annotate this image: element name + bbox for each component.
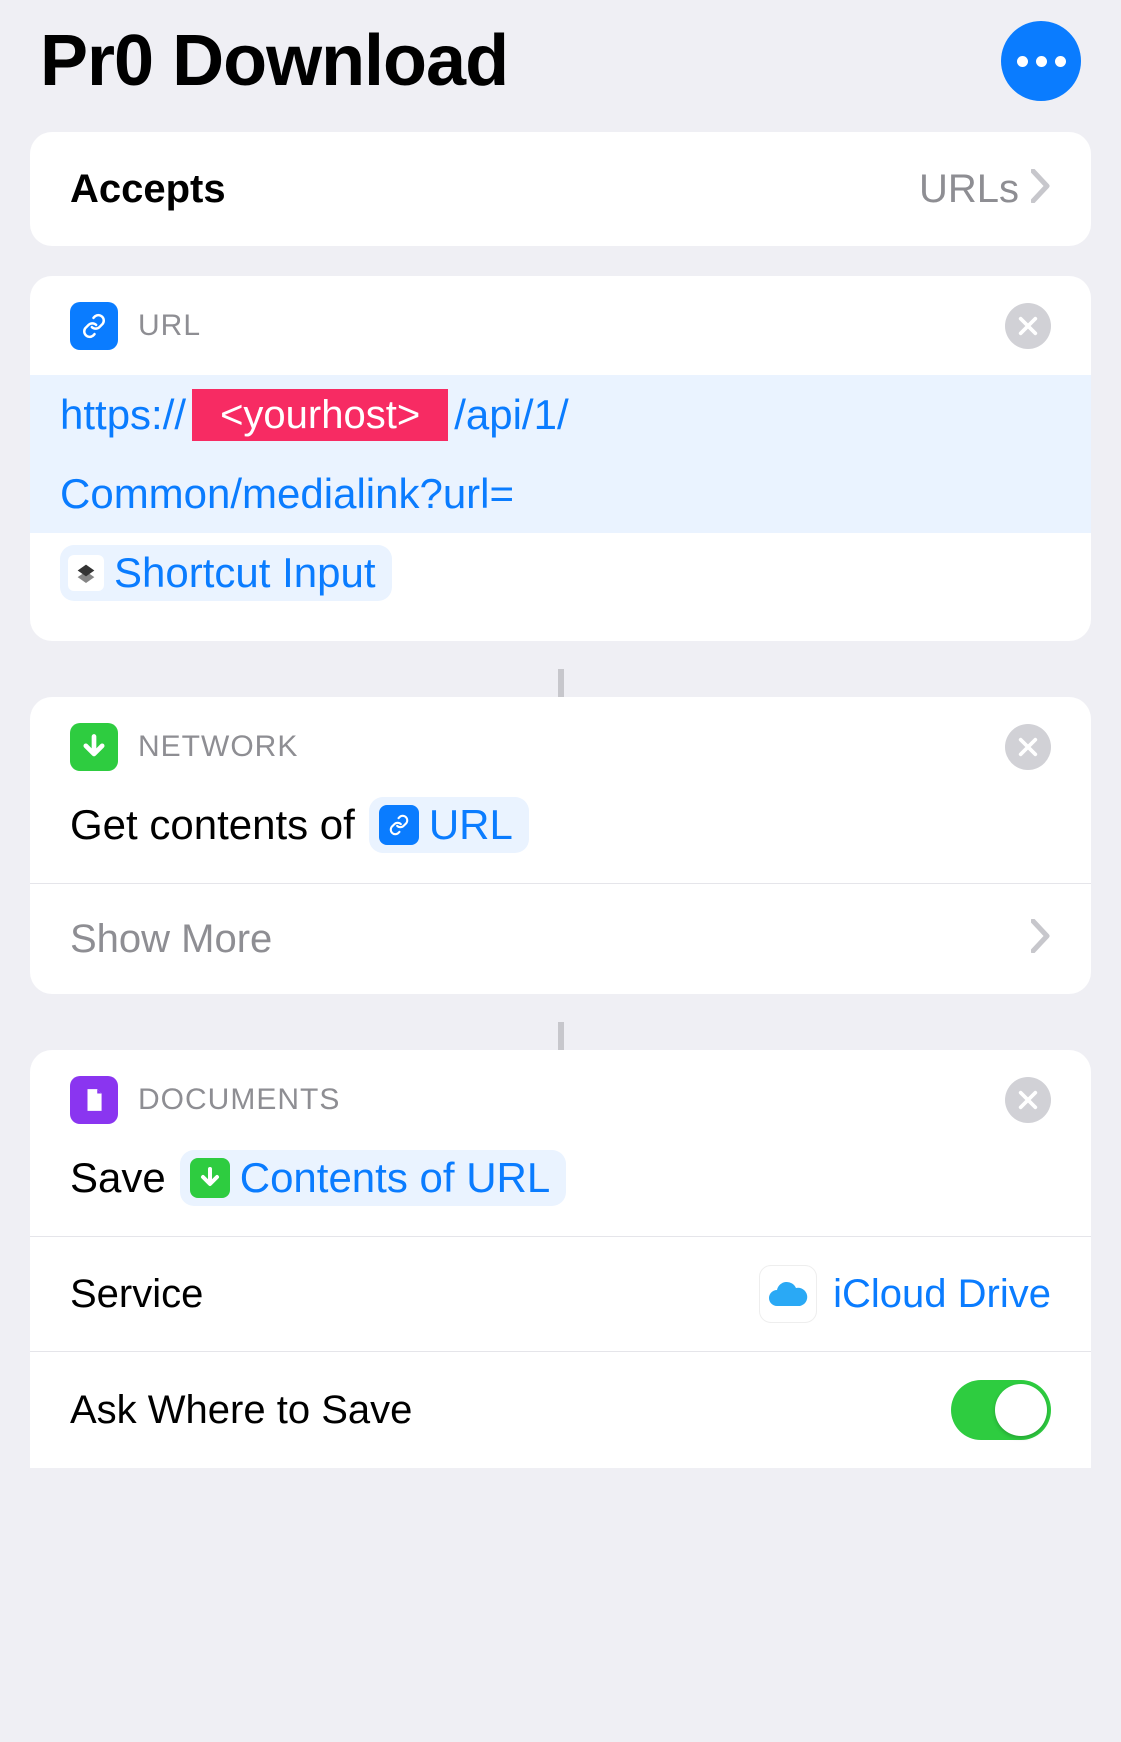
shortcut-icon: [68, 555, 104, 591]
get-contents-action[interactable]: Get contents of URL: [30, 781, 1091, 883]
service-row[interactable]: Service iCloud Drive: [30, 1236, 1091, 1351]
dot-icon: [1036, 56, 1047, 67]
show-more-row[interactable]: Show More: [30, 883, 1091, 994]
ask-where-label: Ask Where to Save: [70, 1388, 935, 1433]
url-field[interactable]: https:// <yourhost> /api/1/ Common/media…: [30, 375, 1091, 641]
more-button[interactable]: [1001, 21, 1081, 101]
documents-action-card: DOCUMENTS Save Contents of URL Service i…: [30, 1050, 1091, 1468]
chevron-right-icon: [1031, 914, 1051, 964]
network-category-label: NETWORK: [138, 730, 298, 764]
ask-where-toggle[interactable]: [951, 1380, 1051, 1440]
connector-line: [558, 669, 564, 699]
link-icon: [70, 302, 118, 350]
url-text-part1: https://: [60, 381, 186, 448]
accepts-value: URLs: [919, 167, 1019, 212]
show-more-label: Show More: [70, 917, 1031, 962]
shortcut-title: Pr0 Download: [40, 20, 508, 102]
delete-action-button[interactable]: [1005, 724, 1051, 770]
shortcut-input-variable[interactable]: Shortcut Input: [60, 545, 392, 601]
delete-action-button[interactable]: [1005, 303, 1051, 349]
save-text: Save: [70, 1154, 166, 1202]
url-text-part2: /api/1/: [454, 381, 568, 448]
get-contents-text: Get contents of: [70, 801, 355, 849]
dot-icon: [1017, 56, 1028, 67]
dot-icon: [1055, 56, 1066, 67]
download-icon: [190, 1158, 230, 1198]
toggle-knob: [995, 1384, 1047, 1436]
redacted-host: <yourhost>: [192, 389, 448, 441]
accepts-card[interactable]: Accepts URLs: [30, 132, 1091, 246]
url-category-label: URL: [138, 309, 201, 343]
service-value: iCloud Drive: [833, 1272, 1051, 1317]
shortcut-input-label: Shortcut Input: [114, 549, 376, 597]
document-icon: [70, 1076, 118, 1124]
icloud-icon: [759, 1265, 817, 1323]
documents-category-label: DOCUMENTS: [138, 1083, 340, 1117]
connector-line: [558, 1022, 564, 1052]
link-icon: [379, 805, 419, 845]
url-variable[interactable]: URL: [369, 797, 529, 853]
delete-action-button[interactable]: [1005, 1077, 1051, 1123]
save-action[interactable]: Save Contents of URL: [30, 1134, 1091, 1236]
contents-variable-label: Contents of URL: [240, 1154, 551, 1202]
url-text-part3: Common/medialink?url=: [60, 460, 514, 527]
network-action-card: NETWORK Get contents of URL Show More: [30, 697, 1091, 994]
ask-where-row: Ask Where to Save: [30, 1351, 1091, 1468]
url-action-card: URL https:// <yourhost> /api/1/ Common/m…: [30, 276, 1091, 641]
accepts-label: Accepts: [70, 167, 919, 212]
service-label: Service: [70, 1272, 743, 1317]
contents-of-url-variable[interactable]: Contents of URL: [180, 1150, 567, 1206]
url-variable-label: URL: [429, 801, 513, 849]
chevron-right-icon: [1031, 164, 1051, 214]
download-icon: [70, 723, 118, 771]
